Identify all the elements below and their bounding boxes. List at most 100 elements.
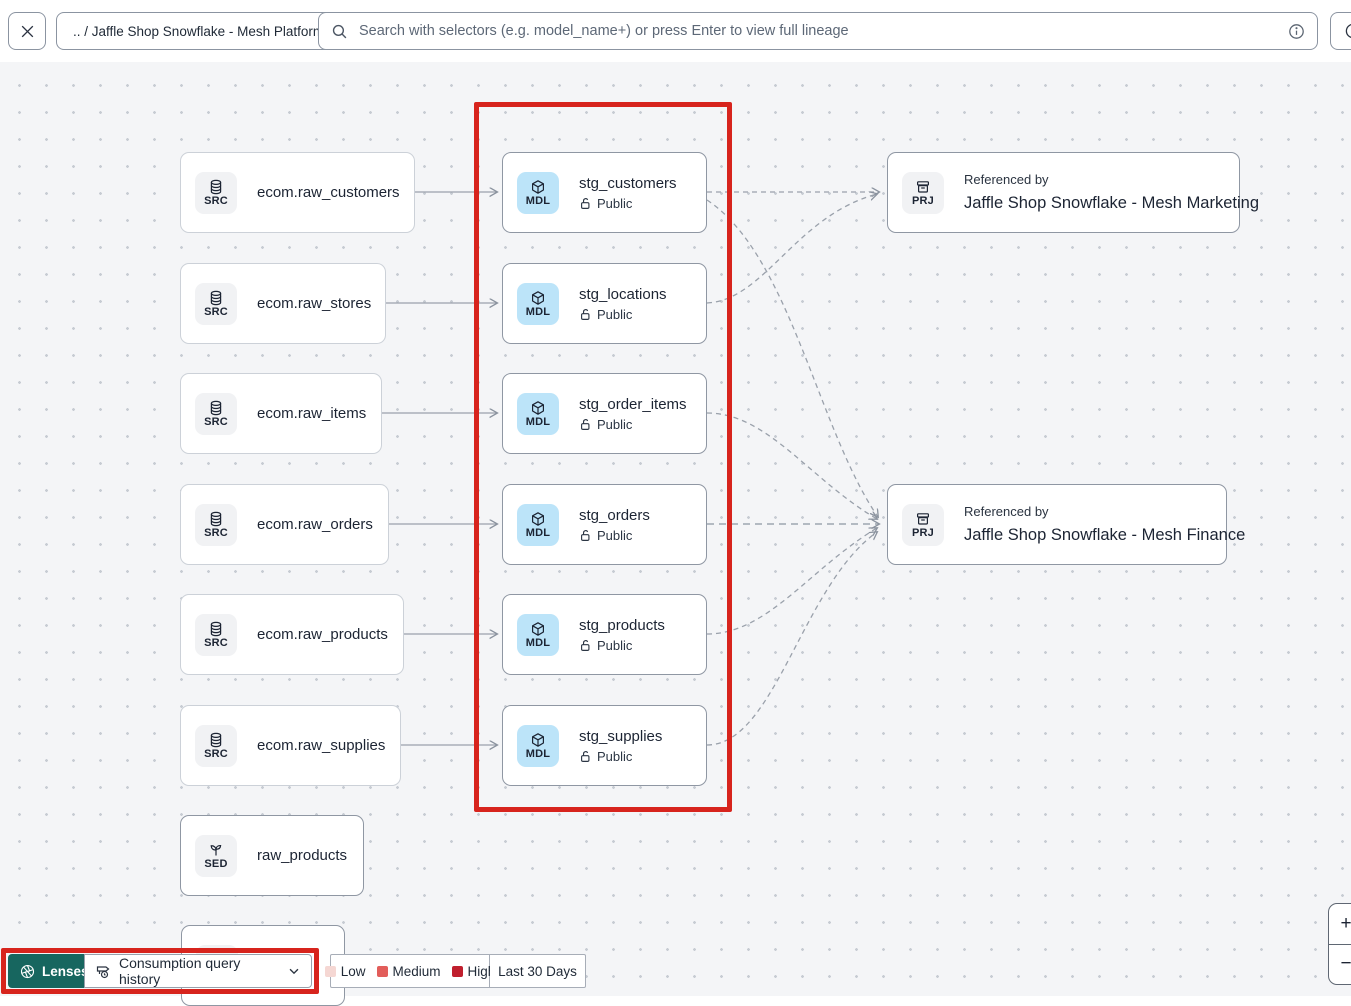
node-type-code: MDL (526, 637, 550, 649)
node-label: stg_products (579, 617, 665, 634)
node-model-stg-supplies[interactable]: 58 MDL stg_supplies Public (502, 705, 707, 786)
zoom-out-button[interactable]: − (1329, 945, 1351, 985)
cube-icon (530, 290, 546, 306)
database-icon (208, 732, 224, 748)
access-label: Public (597, 749, 632, 764)
node-label: stg_orders (579, 507, 650, 524)
zoom-controls: + − (1328, 903, 1351, 985)
unlock-icon (579, 529, 592, 542)
legend-item-medium: Medium (377, 964, 441, 979)
node-source-raw-products[interactable]: SRC ecom.raw_products (180, 594, 404, 675)
unlock-icon (579, 418, 592, 431)
legend-swatch-low (325, 966, 336, 977)
search-icon (331, 23, 348, 40)
legend-label: Medium (393, 964, 441, 979)
node-label: Jaffle Shop Snowflake - Mesh Finance (964, 526, 1245, 545)
node-source-raw-customers[interactable]: SRC ecom.raw_customers (180, 152, 415, 233)
access-label: Public (597, 638, 632, 653)
node-label: stg_customers (579, 175, 677, 192)
access-label: Public (597, 417, 632, 432)
seed-type-tile: SED (195, 835, 237, 877)
model-type-tile: MDL (517, 725, 559, 767)
clock-circle-icon (1344, 22, 1351, 40)
close-button[interactable] (8, 12, 46, 50)
database-icon (208, 400, 224, 416)
access-label: Public (597, 307, 632, 322)
source-type-tile: SRC (195, 614, 237, 656)
legend-item-low: Low (325, 964, 366, 979)
node-source-raw-supplies[interactable]: SRC ecom.raw_supplies (180, 705, 401, 786)
heat-legend: Low Medium High (330, 954, 490, 988)
model-type-tile: MDL (517, 393, 559, 435)
node-type-code: MDL (526, 527, 550, 539)
node-label: ecom.raw_customers (257, 184, 400, 201)
unlock-icon (579, 639, 592, 652)
history-button-partial[interactable] (1330, 12, 1351, 50)
database-icon (208, 179, 224, 195)
node-project-mesh-finance[interactable]: PRJ Referenced by Jaffle Shop Snowflake … (887, 484, 1227, 565)
node-label: ecom.raw_orders (257, 516, 373, 533)
lineage-search[interactable] (318, 12, 1318, 50)
project-type-tile: PRJ (902, 172, 944, 214)
unlock-icon (579, 197, 592, 210)
database-icon (208, 511, 224, 527)
node-model-stg-orders[interactable]: 58 MDL stg_orders Public (502, 484, 707, 565)
referenced-by-label: Referenced by (964, 504, 1245, 519)
node-source-raw-stores[interactable]: SRC ecom.raw_stores (180, 263, 386, 344)
node-type-code: MDL (526, 306, 550, 318)
referenced-by-label: Referenced by (964, 172, 1259, 187)
seedling-icon (208, 842, 224, 858)
source-type-tile: SRC (195, 172, 237, 214)
date-range-button[interactable]: Last 30 Days (490, 954, 586, 988)
node-source-raw-items[interactable]: SRC ecom.raw_items (180, 373, 382, 454)
unlock-icon (579, 308, 592, 321)
source-type-tile: SRC (195, 725, 237, 767)
legend-swatch-medium (377, 966, 388, 977)
node-type-code: PRJ (912, 195, 934, 207)
access-label: Public (597, 196, 632, 211)
access-label: Public (597, 528, 632, 543)
lens-select-dropdown[interactable]: Consumption query history (84, 954, 312, 988)
search-input[interactable] (357, 22, 1279, 40)
node-source-raw-orders[interactable]: SRC ecom.raw_orders (180, 484, 389, 565)
breadcrumb[interactable]: .. / Jaffle Shop Snowflake - Mesh Platfo… (56, 12, 341, 50)
cube-icon (530, 400, 546, 416)
node-type-code: MDL (526, 416, 550, 428)
legend-label: Low (341, 964, 366, 979)
unlock-icon (579, 750, 592, 763)
node-label: ecom.raw_supplies (257, 737, 385, 754)
query-history-icon (95, 963, 111, 979)
node-type-code: SRC (204, 416, 228, 428)
database-icon (208, 290, 224, 306)
node-label: stg_locations (579, 286, 667, 303)
node-type-code: MDL (526, 748, 550, 760)
node-label: stg_supplies (579, 728, 662, 745)
node-type-code: SED (204, 858, 227, 870)
zoom-in-button[interactable]: + (1329, 904, 1351, 945)
model-type-tile: MDL (517, 283, 559, 325)
node-model-stg-customers[interactable]: 29 MDL stg_customers Public (502, 152, 707, 233)
node-type-code: SRC (204, 527, 228, 539)
node-project-mesh-marketing[interactable]: PRJ Referenced by Jaffle Shop Snowflake … (887, 152, 1240, 233)
lenses-label: Lenses (42, 964, 89, 979)
node-model-stg-products[interactable]: 58 MDL stg_products Public (502, 594, 707, 675)
info-icon[interactable] (1288, 23, 1305, 40)
model-type-tile: MDL (517, 504, 559, 546)
cube-icon (530, 511, 546, 527)
node-seed-raw-products[interactable]: SED raw_products (180, 815, 364, 896)
node-type-code: PRJ (912, 527, 934, 539)
source-type-tile: SRC (195, 504, 237, 546)
cube-icon (530, 179, 546, 195)
source-type-tile: SRC (195, 283, 237, 325)
node-type-code: MDL (526, 195, 550, 207)
database-icon (208, 621, 224, 637)
legend-item-high: High (452, 964, 496, 979)
node-model-stg-locations[interactable]: 29 MDL stg_locations Public (502, 263, 707, 344)
node-type-code: SRC (204, 748, 228, 760)
model-type-tile: MDL (517, 614, 559, 656)
node-model-stg-order-items[interactable]: 29 MDL stg_order_items Public (502, 373, 707, 454)
node-type-code: SRC (204, 637, 228, 649)
node-label: ecom.raw_stores (257, 295, 371, 312)
model-type-tile: MDL (517, 172, 559, 214)
source-type-tile: SRC (195, 393, 237, 435)
